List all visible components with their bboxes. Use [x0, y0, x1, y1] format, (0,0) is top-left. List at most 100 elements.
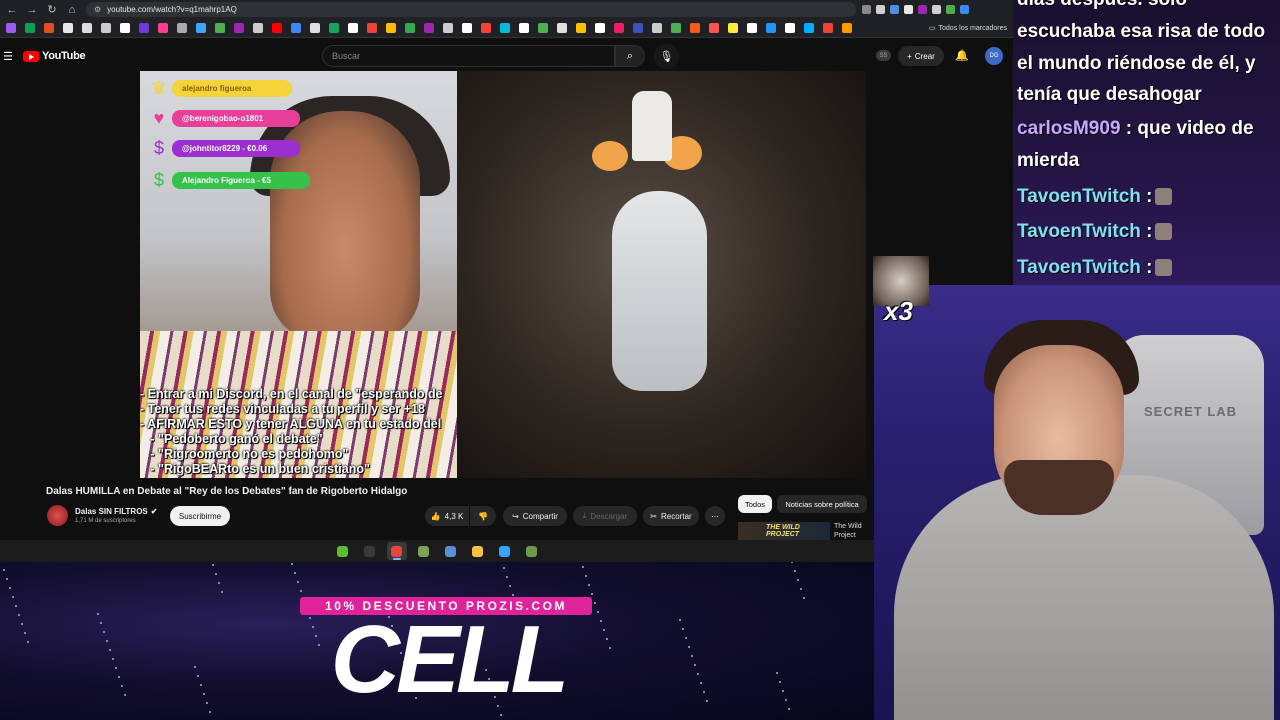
account-avatar[interactable]: DG: [985, 47, 1003, 65]
bookmark-icon[interactable]: [519, 23, 529, 33]
subscribe-button[interactable]: Suscribirme: [170, 506, 230, 526]
bookmark-icon[interactable]: [329, 23, 339, 33]
bookmark-icon[interactable]: [44, 23, 54, 33]
donation-alert: ♥ @berenigobao-o1801: [146, 107, 300, 129]
bookmark-icon[interactable]: [614, 23, 624, 33]
bookmark-icon[interactable]: [671, 23, 681, 33]
bookmark-icon[interactable]: [823, 23, 833, 33]
extension-icon[interactable]: [862, 5, 871, 14]
share-button[interactable]: ↪ Compartir: [503, 506, 567, 526]
extension-icon[interactable]: [960, 5, 969, 14]
bookmark-icon[interactable]: [595, 23, 605, 33]
star: [776, 672, 778, 674]
bookmark-icon[interactable]: [842, 23, 852, 33]
filter-chip-politics[interactable]: Noticias sobre política: [777, 495, 867, 513]
bookmark-icon[interactable]: [386, 23, 396, 33]
plus-icon: +: [907, 51, 912, 61]
bookmark-icon[interactable]: [785, 23, 795, 33]
bookmark-icon[interactable]: [82, 23, 92, 33]
bookmark-icon[interactable]: [101, 23, 111, 33]
video-player[interactable]: ♛ alejandro figueroa ♥ @berenigobao-o1801 $ @…: [140, 71, 866, 478]
bookmark-icon[interactable]: [63, 23, 73, 33]
chat-username[interactable]: carlosM909: [1017, 118, 1121, 139]
bookmark-icon[interactable]: [6, 23, 16, 33]
bookmark-icon[interactable]: [652, 23, 662, 33]
taskbar-app-chrome[interactable]: [386, 542, 407, 560]
channel-avatar[interactable]: [47, 505, 68, 526]
youtube-play-icon: [23, 50, 39, 62]
bookmark-icon[interactable]: [576, 23, 586, 33]
back-icon[interactable]: ←: [4, 2, 20, 18]
bookmark-icon[interactable]: [139, 23, 149, 33]
bookmark-icon[interactable]: [234, 23, 244, 33]
extension-icon[interactable]: [904, 5, 913, 14]
clip-button[interactable]: ✂ Recortar: [643, 506, 699, 526]
bookmark-icon[interactable]: [253, 23, 263, 33]
extension-icon[interactable]: [918, 5, 927, 14]
site-info-icon[interactable]: ⚙: [94, 5, 101, 14]
bookmark-icon[interactable]: [120, 23, 130, 33]
bookmark-icon[interactable]: [196, 23, 206, 33]
star: [194, 666, 196, 668]
taskbar-app-minecraft[interactable]: [414, 542, 434, 560]
bookmark-icon[interactable]: [215, 23, 225, 33]
bookmark-icon[interactable]: [462, 23, 472, 33]
chat-username[interactable]: TavoenTwitch: [1017, 257, 1141, 278]
bookmark-icon[interactable]: [348, 23, 358, 33]
related-video-thumbnail[interactable]: THE WILD PROJECT: [738, 522, 830, 540]
omnibox[interactable]: ⚙ youtube.com/watch?v=q1mahrp1AQ: [86, 2, 856, 17]
bookmark-icon[interactable]: [443, 23, 453, 33]
bookmark-icon[interactable]: [709, 23, 719, 33]
taskbar-app-earth[interactable]: [441, 542, 461, 560]
bookmark-icon[interactable]: [177, 23, 187, 33]
notifications-bell-icon[interactable]: 🔔: [955, 49, 969, 62]
search-button[interactable]: ⌕: [615, 45, 645, 67]
taskbar-app-obs[interactable]: [360, 542, 380, 560]
forward-icon[interactable]: →: [24, 2, 40, 18]
bookmark-icon[interactable]: [367, 23, 377, 33]
taskbar-app-photoshop[interactable]: [495, 542, 515, 560]
chat-username[interactable]: TavoenTwitch: [1017, 186, 1141, 207]
bookmark-icon[interactable]: [291, 23, 301, 33]
extension-icon[interactable]: [890, 5, 899, 14]
create-button[interactable]: + Crear: [898, 46, 944, 66]
bookmark-icon[interactable]: [158, 23, 168, 33]
extension-icon[interactable]: [876, 5, 885, 14]
search-input[interactable]: Buscar: [322, 45, 615, 67]
bookmark-icon[interactable]: [405, 23, 415, 33]
bookmark-icon[interactable]: [747, 23, 757, 33]
bookmark-icon[interactable]: [766, 23, 776, 33]
bookmark-icon[interactable]: [500, 23, 510, 33]
chat-username[interactable]: TavoenTwitch: [1017, 221, 1141, 242]
bookmark-icon[interactable]: [690, 23, 700, 33]
bookmark-icon[interactable]: [272, 23, 282, 33]
bookmark-icon[interactable]: [424, 23, 434, 33]
extension-icon[interactable]: [932, 5, 941, 14]
reload-icon[interactable]: ↻: [44, 2, 60, 18]
voice-search-button[interactable]: 🎙: [654, 44, 679, 69]
filter-chip-all[interactable]: Todos: [738, 495, 772, 513]
bookmark-icon[interactable]: [25, 23, 35, 33]
like-button[interactable]: 👍 4,3 K: [425, 506, 469, 526]
home-icon[interactable]: ⌂: [64, 2, 80, 18]
taskbar-app-folder[interactable]: [468, 542, 488, 560]
bookmark-icon[interactable]: [557, 23, 567, 33]
bookmark-icon[interactable]: [804, 23, 814, 33]
more-actions-button[interactable]: ⋯: [705, 506, 725, 526]
taskbar-app-xbox[interactable]: [333, 542, 353, 560]
bookmark-icon[interactable]: [481, 23, 491, 33]
bookmark-icon[interactable]: [310, 23, 320, 33]
bookmark-icon[interactable]: [538, 23, 548, 33]
ss-badge[interactable]: SS: [876, 50, 891, 61]
related-video-title[interactable]: The Wild Project Santaolalla: [834, 522, 874, 540]
youtube-logo[interactable]: YouTube: [23, 50, 86, 62]
extension-icon[interactable]: [946, 5, 955, 14]
dislike-button[interactable]: 👎: [470, 506, 496, 526]
all-bookmarks-button[interactable]: ▭ Todos los marcadores: [929, 24, 1007, 33]
menu-icon[interactable]: ☰: [3, 50, 13, 63]
bookmark-icon[interactable]: [728, 23, 738, 33]
bookmark-icon[interactable]: [633, 23, 643, 33]
taskbar-app-minecraft-2[interactable]: [522, 542, 542, 560]
channel-name[interactable]: Dalas SIN FILTROS ✔: [75, 507, 157, 516]
download-button[interactable]: ⤓ Descargar: [573, 506, 637, 526]
